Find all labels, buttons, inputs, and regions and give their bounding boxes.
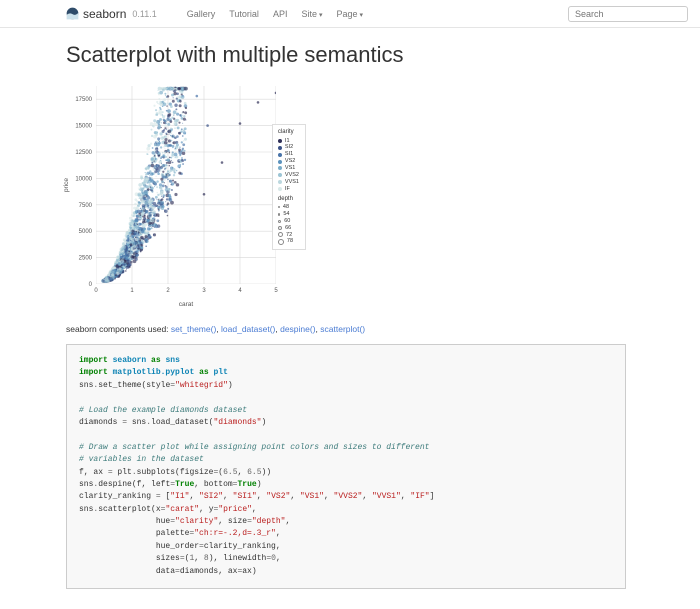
top-navbar: seaborn 0.11.1 Gallery Tutorial API Site… — [0, 0, 700, 28]
legend-hue-item: VS2 — [278, 158, 299, 165]
legend-hue-title: clarity — [278, 129, 299, 137]
nav-api[interactable]: API — [273, 9, 288, 19]
chart-legend: clarity I1SI2SI1VS2VS1VVS2VVS1IF depth 4… — [272, 124, 306, 250]
svg-text:1: 1 — [130, 288, 134, 294]
y-axis-ticks: 0 2500 5000 7500 10000 12500 15000 17500 price — [60, 78, 96, 314]
legend-hue-item: VVS1 — [278, 179, 299, 186]
brand-name: seaborn — [83, 7, 126, 21]
svg-text:5000: 5000 — [79, 229, 93, 235]
svg-text:17500: 17500 — [75, 97, 92, 103]
brand[interactable]: seaborn 0.11.1 — [66, 7, 157, 21]
figure: 025005000750010000125001500017500 price … — [66, 78, 626, 314]
x-axis-label: carat — [179, 301, 194, 308]
version-text: 0.11.1 — [132, 9, 156, 19]
chevron-down-icon: ▾ — [319, 12, 323, 19]
svg-text:5: 5 — [274, 288, 278, 294]
nav-links: Gallery Tutorial API Site▾ Page▾ — [187, 9, 363, 19]
search-input[interactable] — [568, 6, 688, 22]
legend-size-item: 78 — [278, 238, 299, 245]
legend-size-item: 48 — [278, 204, 299, 211]
page-title: Scatterplot with multiple semantics — [66, 42, 626, 68]
svg-text:2: 2 — [166, 288, 170, 294]
legend-hue-item: SI2 — [278, 144, 299, 151]
svg-text:10000: 10000 — [75, 176, 92, 182]
nav-site-dropdown[interactable]: Site▾ — [301, 9, 322, 19]
legend-hue-item: I1 — [278, 138, 299, 145]
svg-text:4: 4 — [238, 288, 242, 294]
chevron-down-icon: ▾ — [360, 12, 364, 19]
legend-size-item: 72 — [278, 232, 299, 239]
seaborn-logo-icon — [66, 7, 79, 20]
x-axis-ticks: 0 1 2 3 4 5 carat — [60, 284, 296, 314]
svg-text:7500: 7500 — [79, 203, 93, 209]
svg-text:0: 0 — [94, 288, 98, 294]
legend-hue-item: VS1 — [278, 165, 299, 172]
svg-text:12500: 12500 — [75, 150, 92, 156]
component-link[interactable]: despine() — [280, 324, 315, 334]
component-link[interactable]: set_theme() — [171, 324, 216, 334]
legend-size-title: depth — [278, 196, 299, 204]
legend-size-item: 66 — [278, 225, 299, 232]
nav-page-dropdown[interactable]: Page▾ — [336, 9, 363, 19]
svg-text:15000: 15000 — [75, 124, 92, 130]
components-used: seaborn components used: set_theme(), lo… — [66, 324, 626, 334]
nav-gallery[interactable]: Gallery — [187, 9, 216, 19]
nav-tutorial[interactable]: Tutorial — [229, 9, 259, 19]
code-block: import seaborn as sns import matplotlib.… — [66, 344, 626, 589]
legend-hue-item: IF — [278, 186, 299, 193]
component-link[interactable]: scatterplot() — [320, 324, 365, 334]
main-content: Scatterplot with multiple semantics 0250… — [66, 28, 626, 609]
legend-size-item: 60 — [278, 218, 299, 225]
y-axis-label: price — [63, 178, 70, 192]
legend-hue-item: VVS2 — [278, 172, 299, 179]
svg-text:2500: 2500 — [79, 256, 93, 262]
legend-hue-item: SI1 — [278, 151, 299, 158]
svg-text:3: 3 — [202, 288, 206, 294]
component-link[interactable]: load_dataset() — [221, 324, 275, 334]
scatterplot-svg — [96, 86, 276, 284]
legend-size-item: 54 — [278, 211, 299, 218]
